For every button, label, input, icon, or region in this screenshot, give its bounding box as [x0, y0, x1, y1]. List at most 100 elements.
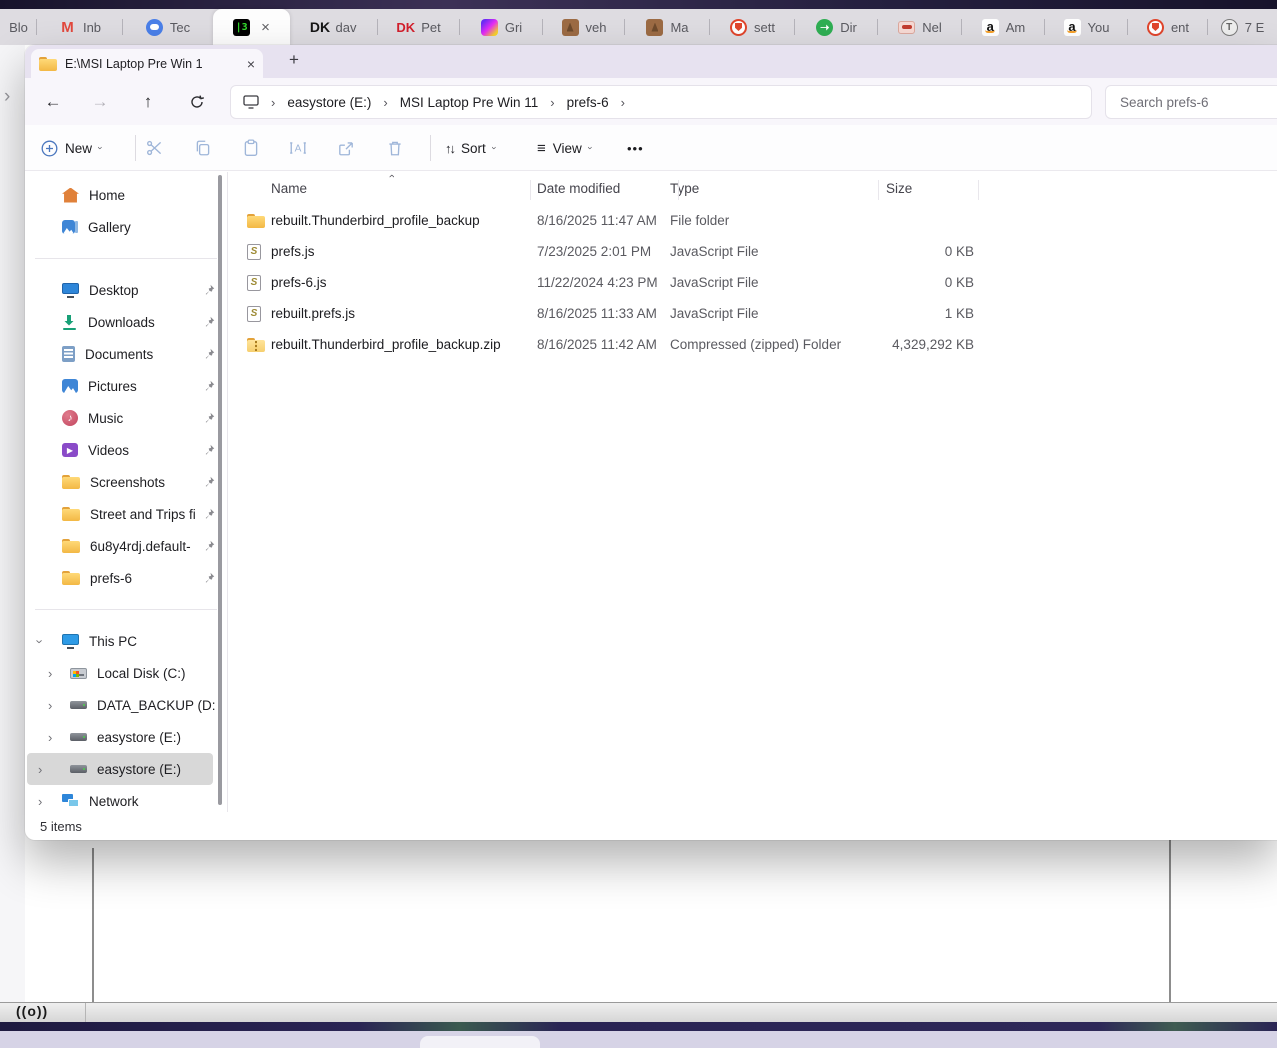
pin-icon [205, 380, 215, 391]
sidebar-item-network[interactable]: › Network [25, 785, 227, 812]
gallery-icon [62, 220, 78, 234]
search-placeholder: Search prefs-6 [1120, 94, 1209, 110]
panel-expand-chevron-icon[interactable]: › [4, 86, 10, 108]
search-input[interactable]: Search prefs-6 [1105, 85, 1277, 119]
explorer-tab-title: E:\MSI Laptop Pre Win 1 [65, 56, 203, 71]
pin-icon [205, 412, 215, 423]
sidebar-item-street-and-trips[interactable]: Street and Trips fi [25, 498, 227, 530]
sidebar-item-this-pc[interactable]: › This PC [25, 625, 227, 657]
browser-tab[interactable]: M Inb [37, 9, 123, 45]
sort-button[interactable]: ↑↓ Sort › [445, 132, 499, 164]
sidebar-item-profile-folder[interactable]: 6u8y4rdj.default- [25, 530, 227, 562]
forward-button[interactable]: → [84, 86, 116, 118]
browser-tab[interactable]: veh [543, 9, 625, 45]
browser-tab[interactable]: Ma [625, 9, 710, 45]
chevron-right-icon[interactable]: › [48, 666, 52, 681]
browser-tab[interactable]: a Am [962, 9, 1045, 45]
breadcrumb-item[interactable]: prefs-6 [567, 95, 609, 110]
browser-tab-active[interactable]: |3 × [213, 9, 290, 45]
pin-icon [205, 508, 215, 519]
sidebar-item-data-backup-d[interactable]: › DATA_BACKUP (D: [25, 689, 227, 721]
sidebar-item-pictures[interactable]: Pictures [25, 370, 227, 402]
chevron-right-icon[interactable]: › [48, 730, 52, 745]
browser-tab[interactable]: ent [1128, 9, 1208, 45]
column-divider[interactable] [678, 180, 679, 200]
browser-side-panel [0, 45, 25, 1003]
chevron-right-icon[interactable]: › [38, 794, 42, 809]
monitor-icon [243, 95, 259, 109]
column-header-date[interactable]: Date modified [523, 181, 670, 196]
column-divider[interactable] [978, 180, 979, 200]
sidebar-item-easystore-e[interactable]: › easystore (E:) [25, 721, 227, 753]
sidebar-item-local-disk-c[interactable]: › Local Disk (C:) [25, 657, 227, 689]
browser-tab[interactable]: a You [1045, 9, 1128, 45]
copy-button[interactable] [188, 134, 218, 162]
sidebar-item-home[interactable]: Home [25, 179, 227, 211]
file-row[interactable]: rebuilt.Thunderbird_profile_backup 8/16/… [227, 205, 1227, 236]
column-header-type[interactable]: Type [670, 181, 864, 196]
file-row[interactable]: rebuilt.Thunderbird_profile_backup.zip 8… [227, 329, 1227, 360]
back-button[interactable]: ← [37, 86, 69, 118]
rename-button[interactable]: A [283, 134, 313, 162]
cut-button[interactable] [140, 134, 170, 162]
sidebar-item-videos[interactable]: ▶ Videos [25, 434, 227, 466]
chevron-right-icon[interactable]: › [621, 95, 625, 110]
refresh-button[interactable] [181, 86, 213, 118]
column-divider[interactable] [530, 180, 531, 200]
sidebar-item-music[interactable]: ♪ Music [25, 402, 227, 434]
file-row[interactable]: S prefs.js 7/23/2025 2:01 PM JavaScript … [227, 236, 1227, 267]
zip-folder-icon [247, 337, 265, 352]
view-button[interactable]: ≡ View › [537, 132, 595, 164]
pin-icon [205, 284, 215, 295]
breadcrumb-item[interactable]: MSI Laptop Pre Win 11 [400, 95, 539, 110]
column-header-size[interactable]: Size [864, 181, 974, 196]
column-divider[interactable] [878, 180, 879, 200]
folder-icon [247, 213, 265, 228]
sidebar-item-gallery[interactable]: Gallery [25, 211, 227, 243]
sidebar-item-desktop[interactable]: Desktop [25, 274, 227, 306]
new-button[interactable]: New › [41, 132, 106, 164]
browser-tab[interactable]: DK dav [290, 9, 378, 45]
browser-tab[interactable]: Tec [123, 9, 213, 45]
sidebar-scrollbar[interactable] [218, 175, 222, 805]
browser-tab[interactable]: Nel [878, 9, 962, 45]
breadcrumb-item[interactable]: easystore (E:) [287, 95, 371, 110]
sidebar-item-easystore-e-selected[interactable]: › easystore (E:) [27, 753, 213, 785]
bottom-bar-divider [85, 1003, 86, 1022]
chevron-right-icon[interactable]: › [550, 95, 554, 110]
chevron-down-icon[interactable]: › [33, 639, 48, 643]
browser-tab[interactable]: Blo [0, 9, 37, 45]
explorer-toolbar: New › A ↑↓ Sort › ≡ View › ••• [25, 125, 1277, 171]
browser-tab[interactable]: sett [710, 9, 795, 45]
tab-label: Gri [504, 19, 523, 35]
up-button[interactable]: ↑ [132, 86, 164, 118]
tab-label: dav [335, 19, 357, 35]
browser-tab[interactable]: Gri [460, 9, 543, 45]
breadcrumb[interactable]: › easystore (E:) › MSI Laptop Pre Win 11… [230, 85, 1092, 119]
file-size: 0 KB [944, 244, 974, 259]
sidebar-item-label: Home [89, 187, 126, 203]
explorer-tab-close-icon[interactable]: × [247, 56, 255, 72]
paste-button[interactable] [236, 134, 266, 162]
sidebar-item-documents[interactable]: Documents [25, 338, 227, 370]
directions-icon: ➝ [816, 18, 834, 36]
column-header-name[interactable]: Name [271, 181, 523, 196]
tab-close-icon[interactable]: × [261, 19, 270, 36]
file-row[interactable]: S rebuilt.prefs.js 8/16/2025 11:33 AM Ja… [227, 298, 1227, 329]
browser-tab[interactable]: DK Pet [378, 9, 460, 45]
sidebar-item-screenshots[interactable]: Screenshots [25, 466, 227, 498]
explorer-new-tab-button[interactable]: + [289, 50, 299, 70]
sidebar-item-downloads[interactable]: Downloads [25, 306, 227, 338]
chevron-right-icon[interactable]: › [38, 762, 42, 777]
sidebar-item-prefs-6[interactable]: prefs-6 [25, 562, 227, 594]
share-button[interactable] [331, 134, 361, 162]
more-options-button[interactable]: ••• [627, 132, 644, 164]
browser-tab[interactable]: ➝ Dir [795, 9, 878, 45]
browser-tab[interactable]: T 7 E [1208, 9, 1277, 45]
file-row[interactable]: S prefs-6.js 11/22/2024 4:23 PM JavaScri… [227, 267, 1227, 298]
red-shield-icon [730, 18, 748, 36]
delete-button[interactable] [380, 134, 410, 162]
explorer-tab[interactable]: E:\MSI Laptop Pre Win 1 × [31, 49, 263, 78]
chevron-right-icon[interactable]: › [383, 95, 387, 110]
chevron-right-icon[interactable]: › [48, 698, 52, 713]
